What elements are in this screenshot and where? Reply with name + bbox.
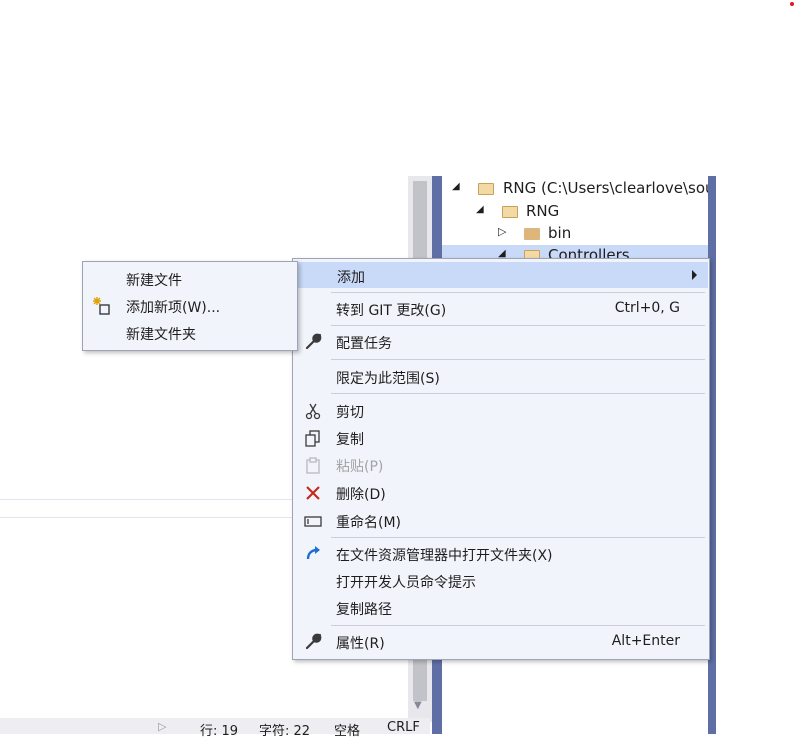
status-bar: ▷ 行: 19 字符: 22 空格 CRLF (0, 718, 430, 739)
menu-item-open-dev-prompt[interactable]: 打开开发人员命令提示 (294, 568, 708, 594)
menu-separator (331, 359, 705, 360)
menu-item-label: 添加 (337, 270, 365, 286)
submenu-item-new-folder[interactable]: 新建文件夹 (84, 320, 296, 346)
copy-icon (304, 429, 322, 447)
menu-item-shortcut: Alt+Enter (611, 633, 680, 649)
menu-item-delete[interactable]: 删除(D) (294, 480, 708, 506)
scroll-down-icon[interactable]: ▼ (414, 700, 422, 711)
submenu-item-add-new-item[interactable]: 添加新项(W)... (84, 293, 296, 319)
folder-icon (502, 206, 518, 218)
menu-item-goto-git-changes[interactable]: 转到 GIT 更改(G) Ctrl+0, G (294, 296, 708, 322)
status-line[interactable]: 行: 19 (200, 720, 238, 739)
menu-item-label: 打开开发人员命令提示 (336, 575, 476, 591)
menu-item-label: 粘贴(P) (336, 459, 384, 475)
menu-separator (331, 292, 705, 293)
status-char[interactable]: 字符: 22 (259, 720, 310, 739)
delete-icon (304, 484, 322, 502)
rename-icon (304, 512, 322, 530)
tree-item-solution[interactable]: ◢ RNG (C:\Users\clearlove\source (442, 178, 708, 200)
collapsed-icon[interactable]: ▷ (498, 225, 506, 238)
menu-separator (331, 625, 705, 626)
menu-item-label: 转到 GIT 更改(G) (336, 303, 447, 319)
submenu-item-label: 新建文件 (126, 273, 182, 289)
menu-separator (331, 325, 705, 326)
tree-item-bin[interactable]: ▷ bin (442, 223, 708, 245)
menu-item-open-in-explorer[interactable]: 在文件资源管理器中打开文件夹(X) (294, 541, 708, 567)
tree-item-label: bin (548, 224, 572, 242)
tree-item-label: RNG (526, 202, 560, 220)
status-spacing[interactable]: 空格 (334, 720, 360, 739)
add-submenu: 新建文件 添加新项(W)... 新建文件夹 (82, 261, 298, 351)
menu-item-rename[interactable]: 重命名(M) (294, 508, 708, 534)
folder-icon (478, 183, 494, 195)
submenu-item-label: 新建文件夹 (126, 327, 196, 343)
menu-item-properties[interactable]: 属性(R) Alt+Enter (294, 629, 708, 655)
menu-item-label: 在文件资源管理器中打开文件夹(X) (336, 548, 553, 564)
menu-item-label: 删除(D) (336, 487, 386, 503)
menu-item-configure-tasks[interactable]: 配置任务 (294, 329, 708, 355)
menu-separator (331, 393, 705, 394)
menu-item-label: 属性(R) (336, 636, 385, 652)
menu-item-add[interactable]: 添加 (294, 262, 708, 288)
submenu-item-new-file[interactable]: 新建文件 (84, 266, 296, 292)
tree-item-project[interactable]: ◢ RNG (442, 201, 708, 223)
submenu-item-label: 添加新项(W)... (126, 300, 221, 316)
menu-item-label: 重命名(M) (336, 515, 402, 531)
menu-item-label: 配置任务 (336, 336, 392, 352)
new-item-icon (92, 296, 112, 316)
paste-icon (304, 456, 322, 474)
menu-item-label: 复制 (336, 432, 364, 448)
expanded-icon[interactable]: ◢ (476, 204, 484, 215)
wrench-icon (304, 333, 322, 351)
menu-item-cut[interactable]: 剪切 (294, 398, 708, 424)
menu-item-shortcut: Ctrl+0, G (614, 300, 680, 316)
status-line-ending[interactable]: CRLF (387, 720, 420, 735)
menu-item-label: 复制路径 (336, 602, 392, 618)
tree-item-label: RNG (C:\Users\clearlove\source (503, 179, 708, 197)
folder-icon (524, 228, 540, 240)
status-arrow-icon: ▷ (158, 720, 167, 733)
menu-item-label: 限定为此范围(S) (336, 371, 440, 387)
menu-item-scope-to-this[interactable]: 限定为此范围(S) (294, 364, 708, 390)
context-menu: 添加 转到 GIT 更改(G) Ctrl+0, G 配置任务 限定为此范围(S)… (292, 258, 710, 660)
wrench-icon (304, 633, 322, 651)
menu-item-paste[interactable]: 粘贴(P) (294, 452, 708, 478)
expanded-icon[interactable]: ◢ (452, 181, 460, 192)
menu-item-label: 剪切 (336, 405, 364, 421)
menu-item-copy[interactable]: 复制 (294, 425, 708, 451)
open-folder-icon (304, 545, 322, 563)
notification-dot (790, 2, 794, 6)
menu-separator (331, 537, 705, 538)
scissors-icon (304, 402, 322, 420)
menu-item-copy-path[interactable]: 复制路径 (294, 595, 708, 621)
submenu-arrow-icon (692, 270, 697, 280)
